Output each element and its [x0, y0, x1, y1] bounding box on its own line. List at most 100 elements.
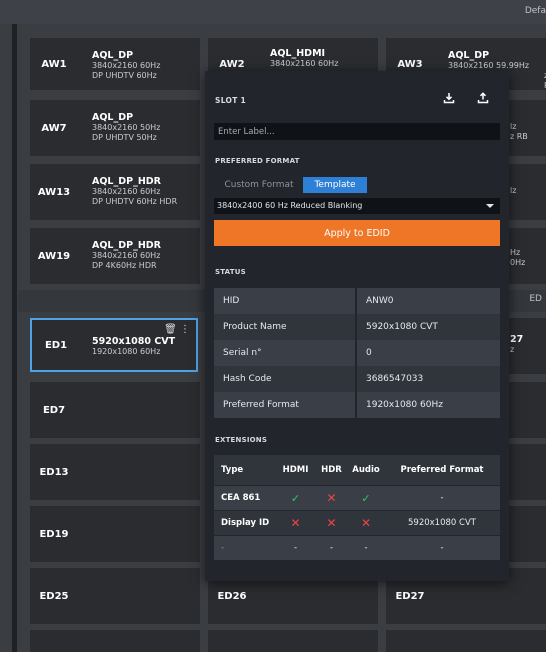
ext-hdmi: -: [276, 536, 315, 560]
status-row: Preferred Format 1920x1080 60Hz: [214, 392, 500, 418]
tile-code: AW7: [41, 122, 67, 134]
tile-ed25[interactable]: ED25: [30, 568, 200, 624]
status-row: Hash Code 3686547033: [214, 366, 500, 392]
tile-line1: 3840x2160 60Hz: [92, 251, 161, 260]
tile-ed32[interactable]: [208, 630, 378, 652]
cross-icon: ✕: [315, 486, 348, 510]
more-vertical-icon[interactable]: ⋮: [180, 324, 190, 335]
cross-icon: ✕: [276, 511, 315, 535]
ext-hdr: -: [315, 536, 348, 560]
tile-ed13[interactable]: ED13: [30, 444, 200, 500]
tile-aw19[interactable]: AW19 AQL_DP_HDR 3840x2160 60Hz DP 4K60Hz…: [30, 228, 200, 284]
ext-preferred-format: -: [384, 486, 500, 510]
tile-aw13[interactable]: AW13 AQL_DP_HDR 3840x2160 60Hz DP UHDTV …: [30, 164, 200, 220]
tile-ed7[interactable]: ED7: [30, 382, 200, 438]
format-select-value: 3840x2400 60 Hz Reduced Blanking: [217, 201, 363, 210]
tile-name: AQL_DP: [92, 50, 134, 61]
status-key: Hash Code: [214, 366, 355, 392]
status-key: Product Name: [214, 314, 355, 340]
extension-row: - - - - -: [214, 536, 500, 560]
tile-line2: DP 4K60Hz HDR: [92, 261, 157, 270]
apply-to-edid-button[interactable]: Apply to EDID: [214, 220, 500, 246]
tile-name: AQL_DP: [448, 50, 490, 61]
status-value: ANW0: [357, 288, 500, 314]
cross-icon: ✕: [348, 511, 384, 535]
extensions-header-row: Type HDMI HDR Audio Preferred Format: [214, 455, 500, 485]
status-value: 5920x1080 CVT: [357, 314, 500, 340]
tile-line1: 3840x2160 60Hz: [92, 61, 161, 70]
ext-type: CEA 861: [214, 486, 276, 510]
tile-code: AW1: [41, 58, 67, 70]
tile-name: 5920x1080 CVT: [92, 336, 176, 347]
tile-name: AQL_HDMI: [270, 48, 326, 59]
tile-line1: lz: [510, 186, 517, 195]
tile-ed31[interactable]: [30, 630, 200, 652]
tile-line1: Hz: [510, 248, 521, 257]
ext-audio: -: [348, 536, 384, 560]
tile-line2: 0Hz: [510, 258, 526, 267]
tile-line1: z: [510, 345, 515, 354]
col-preferred-format: Preferred Format: [384, 455, 500, 485]
tile-line2: DP UHDTV 50Hz: [92, 133, 157, 142]
status-key: HID: [214, 288, 355, 314]
default-label: Defa: [524, 6, 546, 16]
tile-line1: 3840x2160 50Hz: [92, 123, 161, 132]
tile-name: AQL_DP_HDR: [92, 176, 161, 187]
tile-actions: 🗑 ⋮: [164, 324, 190, 335]
status-value: 3686547033: [357, 366, 500, 392]
tile-aw1[interactable]: AW1 AQL_DP 3840x2160 60Hz DP UHDTV 60Hz: [30, 38, 200, 90]
tab-custom-format[interactable]: Custom Format: [215, 177, 303, 193]
check-icon: ✓: [348, 486, 384, 510]
tile-ed33[interactable]: [386, 630, 546, 652]
tile-name: 27: [510, 334, 524, 345]
tile-aw7[interactable]: AW7 AQL_DP 3840x2160 50Hz DP UHDTV 50Hz: [30, 100, 200, 156]
slot-title: SLOT 1: [215, 96, 247, 105]
status-title: STATUS: [215, 268, 246, 276]
extensions-table: Type HDMI HDR Audio Preferred Format CEA…: [214, 455, 500, 561]
label-input[interactable]: [214, 123, 500, 140]
tile-line1: lz: [510, 122, 517, 131]
ed-section-label: ED: [529, 294, 542, 304]
status-value: 0: [357, 340, 500, 366]
status-row: Serial n° 0: [214, 340, 500, 366]
tile-name: AQL_DP_HDR: [92, 240, 161, 251]
top-bar: Defa: [0, 0, 546, 24]
tile-line1: 3840x2160 60Hz: [92, 187, 161, 196]
upload-icon[interactable]: [473, 88, 493, 108]
download-icon[interactable]: [439, 88, 459, 108]
status-row: Product Name 5920x1080 CVT: [214, 314, 500, 340]
trash-icon[interactable]: 🗑: [164, 324, 177, 335]
tile-line1: 3840x2160 59.99Hz: [448, 61, 530, 70]
tile-ed19[interactable]: ED19: [30, 506, 200, 562]
col-hdr: HDR: [315, 455, 348, 485]
tile-code: ED25: [39, 590, 69, 602]
extension-row: Display ID ✕ ✕ ✕ 5920x1080 CVT: [214, 511, 500, 535]
cross-icon: ✕: [315, 511, 348, 535]
tile-line2: DP UHDTV 60Hz HDR: [92, 197, 178, 206]
preferred-format-title: PREFERRED FORMAT: [215, 157, 300, 165]
status-row: HID ANW0: [214, 288, 500, 314]
tile-code: ED7: [42, 404, 66, 416]
tile-line1: 1920x1080 60Hz: [92, 347, 161, 356]
tile-line1: 3840x2160 60Hz: [270, 59, 339, 68]
tile-line2: DP UHDTV 60Hz: [92, 71, 157, 80]
left-strip: [12, 24, 17, 652]
col-audio: Audio: [348, 455, 384, 485]
tile-code: ED13: [39, 466, 69, 478]
tab-template[interactable]: Template: [303, 177, 367, 193]
tile-code: AW13: [37, 186, 71, 198]
tile-code: ED1: [44, 339, 68, 351]
ext-preferred-format: -: [384, 536, 500, 560]
ext-type: -: [214, 536, 276, 560]
check-icon: ✓: [276, 486, 315, 510]
status-key: Serial n°: [214, 340, 355, 366]
ext-preferred-format: 5920x1080 CVT: [384, 511, 500, 535]
extensions-title: EXTENSIONS: [215, 436, 268, 444]
tile-code: ED19: [39, 528, 69, 540]
tile-ed1[interactable]: ED1 5920x1080 CVT 1920x1080 60Hz 🗑 ⋮: [30, 318, 198, 372]
col-type: Type: [214, 455, 276, 485]
status-key: Preferred Format: [214, 392, 355, 418]
format-select[interactable]: 3840x2400 60 Hz Reduced Blanking: [214, 198, 500, 214]
tile-name: AQL_DP: [92, 112, 134, 123]
ext-type: Display ID: [214, 511, 276, 535]
